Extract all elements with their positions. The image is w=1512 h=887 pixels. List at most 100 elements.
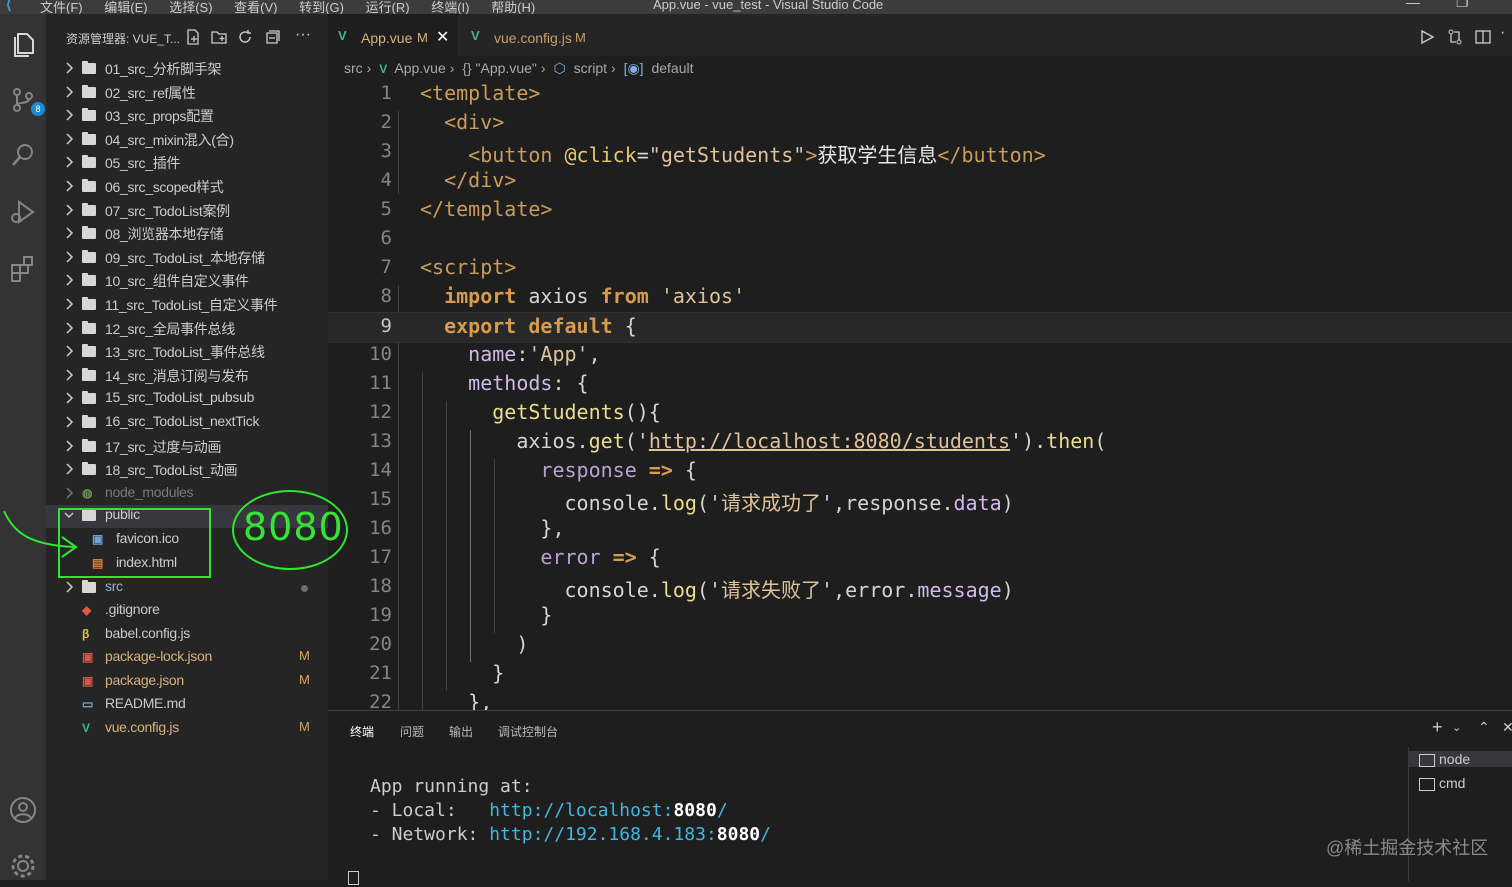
code-line[interactable]: 22 }, bbox=[328, 689, 1512, 710]
tree-label: 16_src_TodoList_nextTick bbox=[105, 413, 260, 429]
new-terminal-icon[interactable]: + bbox=[1432, 717, 1443, 738]
code-line[interactable]: 14 response => { bbox=[328, 457, 1512, 486]
code-line[interactable]: 13 axios.get('http://localhost:8080/stud… bbox=[328, 428, 1512, 457]
tree-folder[interactable]: 16_src_TodoList_nextTick bbox=[46, 412, 328, 435]
tree-file[interactable]: β babel.config.js bbox=[46, 624, 328, 647]
tree-folder[interactable]: 08_浏览器本地存储 bbox=[46, 223, 328, 246]
close-icon[interactable]: ✕ bbox=[436, 27, 449, 47]
maximize-panel-icon[interactable]: ⌃ bbox=[1478, 719, 1490, 736]
menu-run[interactable]: 运行(R) bbox=[366, 0, 410, 14]
breadcrumb-module[interactable]: {} "App.vue" bbox=[462, 60, 537, 76]
tree-folder[interactable]: 01_src_分析脚手架 bbox=[46, 58, 328, 81]
tab-app-vue[interactable]: V App.vue M ✕ bbox=[328, 14, 458, 56]
refresh-icon[interactable] bbox=[236, 28, 254, 46]
tree-folder[interactable]: 11_src_TodoList_自定义事件 bbox=[46, 294, 328, 317]
breadcrumb-script[interactable]: script bbox=[574, 60, 607, 76]
explorer-icon[interactable] bbox=[7, 28, 39, 60]
code-line[interactable]: 4 </div> bbox=[328, 167, 1512, 196]
code-token: : { bbox=[552, 371, 589, 395]
terminal-item-node[interactable]: node bbox=[1409, 751, 1512, 767]
tree-file[interactable]: ▣ package-lock.json M bbox=[46, 647, 328, 670]
collapse-all-icon[interactable] bbox=[264, 28, 282, 46]
tab-vue-config[interactable]: V vue.config.js M bbox=[459, 14, 599, 56]
more-actions-icon[interactable]: ··· bbox=[295, 26, 311, 44]
code-line[interactable]: 19 } bbox=[328, 602, 1512, 631]
vue-file-icon: V bbox=[471, 28, 480, 43]
tree-folder[interactable]: 10_src_组件自定义事件 bbox=[46, 270, 328, 293]
tree-folder[interactable]: 03_src_props配置 bbox=[46, 105, 328, 128]
code-line[interactable]: 5 </template> bbox=[328, 196, 1512, 225]
tree-folder[interactable]: 18_src_TodoList_动画 bbox=[46, 459, 328, 482]
more-actions-icon[interactable]: · bbox=[1500, 24, 1505, 42]
code-token: getStudents bbox=[420, 400, 625, 424]
tree-label: 05_src_插件 bbox=[105, 155, 181, 172]
run-debug-icon[interactable] bbox=[7, 196, 39, 228]
tree-folder[interactable]: 12_src_全局事件总线 bbox=[46, 318, 328, 341]
tree-label: package-lock.json bbox=[105, 648, 212, 665]
code-line[interactable]: 17 error => { bbox=[328, 544, 1512, 573]
code-line[interactable]: 8 import axios from 'axios' bbox=[328, 283, 1512, 312]
terminal-output[interactable]: App running at: - Local: http://localhos… bbox=[370, 775, 771, 847]
menu-terminal[interactable]: 终端(I) bbox=[431, 0, 469, 14]
gear-icon[interactable] bbox=[7, 850, 39, 882]
code-line[interactable]: 12 getStudents(){ bbox=[328, 399, 1512, 428]
tree-folder[interactable]: 13_src_TodoList_事件总线 bbox=[46, 341, 328, 364]
code-line[interactable]: 15 console.log('请求成功了',response.data) bbox=[328, 486, 1512, 515]
compare-changes-icon[interactable] bbox=[1446, 28, 1464, 46]
panel-tab-problems[interactable]: 问题 bbox=[400, 723, 424, 740]
panel-tab-output[interactable]: 输出 bbox=[449, 723, 473, 740]
terminal-item-cmd[interactable]: cmd bbox=[1419, 775, 1465, 791]
tree-folder[interactable]: 07_src_TodoList案例 bbox=[46, 200, 328, 223]
code-line[interactable]: 11 methods: { bbox=[328, 370, 1512, 399]
menu-edit[interactable]: 编辑(E) bbox=[104, 0, 147, 14]
code-line[interactable]: 10 name:'App', bbox=[328, 341, 1512, 370]
restore-icon[interactable]: ❐ bbox=[1456, 0, 1469, 11]
code-line[interactable]: 6 bbox=[328, 225, 1512, 254]
tree-folder[interactable]: 17_src_过度与动画 bbox=[46, 436, 328, 459]
tree-folder[interactable]: 09_src_TodoList_本地存储 bbox=[46, 247, 328, 270]
split-editor-icon[interactable] bbox=[1474, 28, 1492, 46]
tree-folder[interactable]: 15_src_TodoList_pubsub bbox=[46, 388, 328, 411]
tree-file[interactable]: ▭ README.md bbox=[46, 694, 328, 717]
run-icon[interactable] bbox=[1418, 28, 1436, 46]
panel-tab-debug-console[interactable]: 调试控制台 bbox=[498, 723, 558, 740]
tree-folder[interactable]: 05_src_插件 bbox=[46, 152, 328, 175]
code-line[interactable]: 1 <template> bbox=[328, 80, 1512, 109]
terminal-network-url[interactable]: http://192.168.4.183: bbox=[489, 824, 717, 845]
extensions-icon[interactable] bbox=[7, 252, 39, 284]
breadcrumb-file[interactable]: App.vue bbox=[394, 60, 445, 76]
tree-folder[interactable]: 02_src_ref属性 bbox=[46, 82, 328, 105]
tree-file[interactable]: ▣ package.json M bbox=[46, 671, 328, 694]
new-file-icon[interactable] bbox=[184, 28, 202, 46]
source-control-icon[interactable]: 8 bbox=[7, 84, 45, 116]
breadcrumb-default[interactable]: default bbox=[651, 60, 693, 76]
new-folder-icon[interactable] bbox=[210, 28, 228, 46]
menu-file[interactable]: 文件(F) bbox=[40, 0, 83, 14]
terminal-local-url[interactable]: http://localhost: bbox=[489, 800, 673, 821]
search-icon[interactable] bbox=[7, 140, 39, 172]
account-icon[interactable] bbox=[7, 794, 39, 826]
code-line[interactable]: 3 <button @click="getStudents">获取学生信息</b… bbox=[328, 138, 1512, 167]
chevron-down-icon[interactable]: ⌄ bbox=[1452, 721, 1461, 734]
tree-folder[interactable]: 04_src_mixin混入(合) bbox=[46, 129, 328, 152]
menu-selection[interactable]: 选择(S) bbox=[169, 0, 212, 14]
code-line[interactable]: 18 console.log('请求失败了',error.message) bbox=[328, 573, 1512, 602]
code-line[interactable]: 9 export default { bbox=[328, 312, 1512, 343]
code-line[interactable]: 16 }, bbox=[328, 515, 1512, 544]
minimize-icon[interactable]: — bbox=[1406, 0, 1420, 10]
code-line[interactable]: 7 <script> bbox=[328, 254, 1512, 283]
menu-view[interactable]: 查看(V) bbox=[234, 0, 277, 14]
code-line[interactable]: 2 <div> bbox=[328, 109, 1512, 138]
panel-tab-terminal[interactable]: 终端 bbox=[350, 723, 374, 740]
tree-file[interactable]: Vvue.config.js M bbox=[46, 718, 328, 741]
code-line[interactable]: 20 ) bbox=[328, 631, 1512, 660]
close-panel-icon[interactable]: ✕ bbox=[1502, 719, 1512, 736]
tree-folder[interactable]: 06_src_scoped样式 bbox=[46, 176, 328, 199]
code-line[interactable]: 21 } bbox=[328, 660, 1512, 689]
breadcrumb-src[interactable]: src bbox=[344, 60, 363, 76]
menu-goto[interactable]: 转到(G) bbox=[299, 0, 344, 14]
menu-help[interactable]: 帮助(H) bbox=[491, 0, 535, 14]
tree-file[interactable]: ◆ .gitignore bbox=[46, 600, 328, 623]
code-editor[interactable]: 1 <template> 2 <div> 3 <button @click="getS… bbox=[328, 80, 1512, 710]
tree-folder[interactable]: 14_src_消息订阅与发布 bbox=[46, 365, 328, 388]
